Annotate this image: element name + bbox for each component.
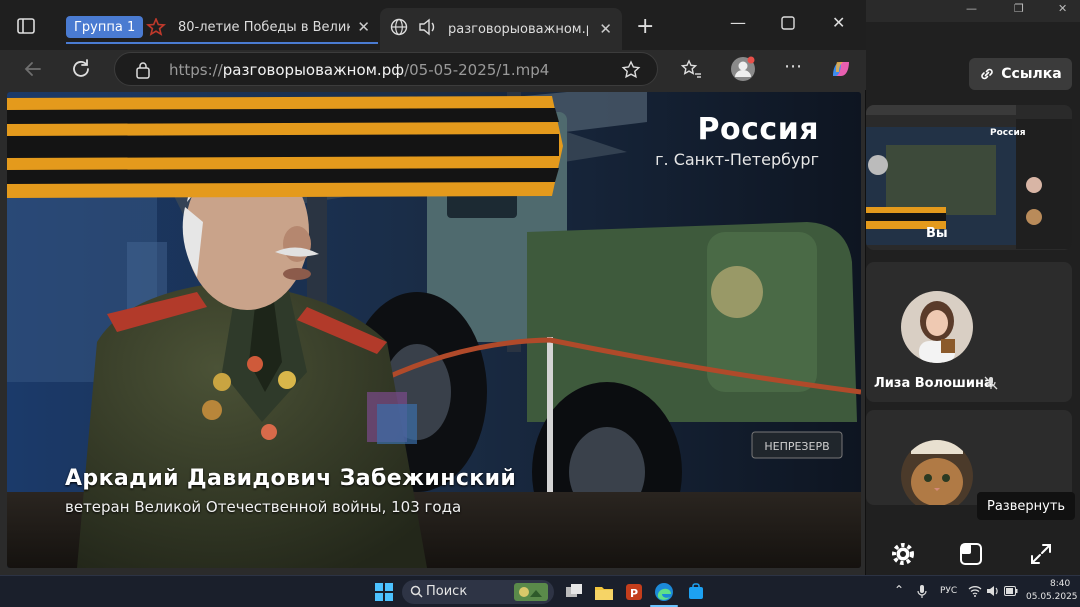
taskbar-search[interactable]: Поиск	[402, 580, 554, 604]
maximize-icon[interactable]	[781, 16, 795, 30]
participant-photo	[901, 291, 973, 363]
new-tab-icon[interactable]: +	[636, 14, 654, 39]
wifi-icon[interactable]	[968, 585, 982, 597]
expand-icon[interactable]	[1028, 541, 1054, 567]
favorites-icon[interactable]	[680, 58, 702, 80]
clock-time[interactable]: 8:40	[1050, 579, 1070, 589]
settings-icon[interactable]	[890, 541, 916, 567]
battery-icon[interactable]	[1004, 586, 1018, 596]
tray-chevron-icon[interactable]: ⌃	[894, 583, 904, 597]
link-button[interactable]: Ссылка	[969, 58, 1072, 90]
speaker-icon[interactable]	[418, 18, 438, 36]
screen: — ❐ ✕ Ссылка Россия Вы Лиза Волошина Раз…	[0, 0, 1080, 607]
svg-text:Россия: Россия	[990, 128, 1026, 138]
restore-icon[interactable]: ❐	[1014, 2, 1024, 15]
minimize-icon[interactable]: —	[966, 2, 977, 15]
close-icon[interactable]: ✕	[1058, 2, 1067, 15]
globe-icon	[390, 18, 408, 36]
lock-icon[interactable]	[135, 61, 151, 79]
tab-title: разговорыоважном.рф	[448, 21, 588, 37]
link-icon	[981, 68, 994, 80]
search-label: Поиск	[426, 584, 468, 599]
avatar	[901, 291, 973, 363]
participant-tile[interactable]: Лиза Волошина	[866, 262, 1072, 402]
back-arrow-icon[interactable]	[22, 58, 44, 80]
search-highlight-icon	[514, 583, 548, 601]
screen-share-thumbnail: Россия	[866, 105, 1072, 250]
st-george-ribbon	[7, 96, 563, 198]
browser-window: Группа 1 80-летие Победы в Великой ✕	[0, 0, 866, 575]
file-explorer-icon[interactable]	[594, 582, 614, 602]
task-view-icon[interactable]	[564, 582, 584, 602]
store-icon[interactable]	[686, 582, 706, 602]
minimize-icon[interactable]: —	[730, 13, 746, 32]
person-subtitle: ветеран Великой Отечественной войны, 103…	[65, 498, 462, 516]
close-tab-icon[interactable]: ✕	[599, 20, 612, 38]
toolbar: https://разговорыоважном.рф/05-05-2025/1…	[0, 50, 866, 90]
taskbar: Поиск P ⌃ РУС 8:40 05.05.2025	[0, 575, 1080, 607]
tab-strip: Группа 1 80-летие Победы в Великой ✕	[0, 0, 866, 50]
svg-text:P: P	[630, 587, 638, 600]
tab-actions-icon[interactable]	[14, 14, 38, 38]
self-preview-tile[interactable]: Россия Вы	[866, 105, 1072, 250]
more-menu-icon[interactable]: ⋯	[784, 56, 802, 77]
url-path: /05-05-2025/1.mp4	[404, 61, 550, 79]
clock-date[interactable]: 05.05.2025	[1026, 592, 1078, 602]
self-label: Вы	[926, 226, 948, 241]
tab-video[interactable]: разговорыоважном.рф ✕	[380, 8, 622, 50]
powerpoint-icon[interactable]: P	[624, 582, 644, 602]
meeting-titlebar: — ❐ ✕	[866, 0, 1080, 22]
location-country: Россия	[697, 112, 819, 147]
participant-name: Лиза Волошина	[874, 376, 993, 391]
volume-icon[interactable]	[986, 585, 1000, 597]
avatar	[901, 440, 973, 505]
video-player[interactable]: 1941	[7, 92, 861, 568]
link-button-label: Ссылка	[1001, 66, 1062, 82]
close-window-icon[interactable]: ✕	[832, 13, 845, 32]
layout-icon[interactable]	[958, 541, 984, 567]
url-text: https://разговорыоважном.рф/05-05-2025/1…	[169, 61, 549, 79]
location-city: г. Санкт-Петербург	[655, 150, 819, 169]
profile-avatar-icon[interactable]	[730, 56, 756, 82]
edge-icon[interactable]	[654, 582, 674, 602]
microphone-icon[interactable]	[916, 584, 928, 600]
sign-text: НЕПРЕЗЕРВ	[764, 440, 829, 453]
close-tab-icon[interactable]: ✕	[357, 18, 370, 36]
participant-tile[interactable]	[866, 410, 1072, 505]
person-name: Аркадий Давидович Забежинский	[65, 466, 517, 491]
favorite-star-icon[interactable]	[621, 60, 641, 80]
cat-avatar-photo	[901, 440, 973, 505]
address-bar[interactable]: https://разговорыоважном.рф/05-05-2025/1…	[114, 52, 658, 86]
refresh-icon[interactable]	[70, 58, 92, 80]
start-windows-icon[interactable]	[374, 582, 394, 602]
expand-tooltip: Развернуть	[977, 492, 1076, 520]
star-favicon-icon	[146, 18, 166, 36]
tab-victory-80[interactable]: 80-летие Победы в Великой ✕	[140, 10, 380, 44]
language-indicator[interactable]: РУС	[940, 586, 957, 596]
copilot-icon[interactable]	[828, 56, 854, 82]
url-protocol: https://	[169, 61, 223, 79]
url-host: разговорыоважном.рф	[222, 61, 405, 79]
tab-group-chip[interactable]: Группа 1	[66, 16, 144, 38]
tab-title: 80-летие Победы в Великой	[178, 19, 350, 35]
mic-muted-icon	[984, 376, 998, 390]
search-icon	[410, 585, 423, 598]
